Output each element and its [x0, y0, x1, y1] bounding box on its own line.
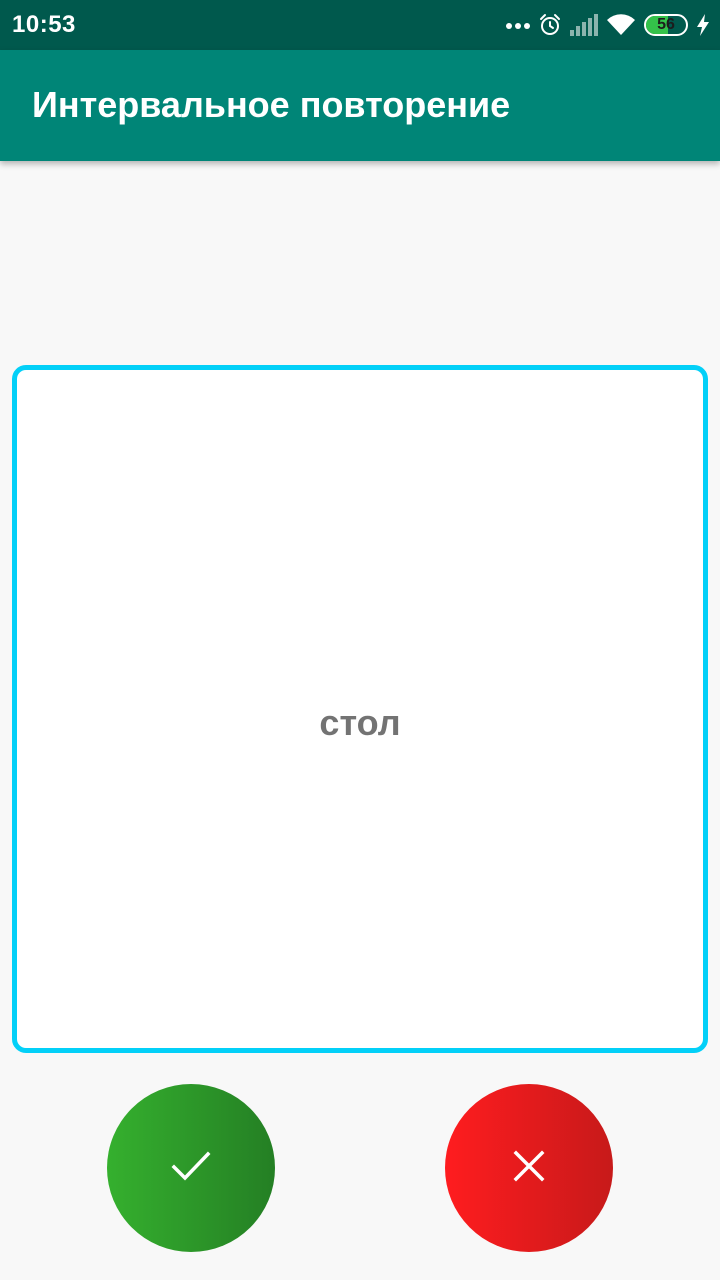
page-title: Интервальное повторение — [32, 84, 511, 125]
battery-level: 56 — [657, 16, 675, 33]
status-icons: 56 — [506, 10, 710, 40]
checkmark-icon — [171, 1151, 211, 1186]
wifi-icon — [606, 14, 636, 36]
know-button[interactable] — [107, 1084, 275, 1252]
close-icon — [513, 1150, 545, 1187]
charging-bolt-icon — [696, 14, 710, 36]
flashcard-word: стол — [319, 702, 401, 743]
status-time: 10:53 — [12, 11, 76, 38]
status-bar: 10:53 56 — [0, 0, 720, 50]
app-bar: Интервальное повторение — [0, 50, 720, 161]
flashcard[interactable]: стол — [12, 365, 708, 1053]
battery-icon: 56 — [644, 14, 688, 36]
signal-icon — [570, 14, 598, 36]
more-dots-icon — [506, 20, 530, 30]
dont-know-button[interactable] — [445, 1084, 613, 1252]
alarm-clock-icon — [538, 13, 562, 37]
